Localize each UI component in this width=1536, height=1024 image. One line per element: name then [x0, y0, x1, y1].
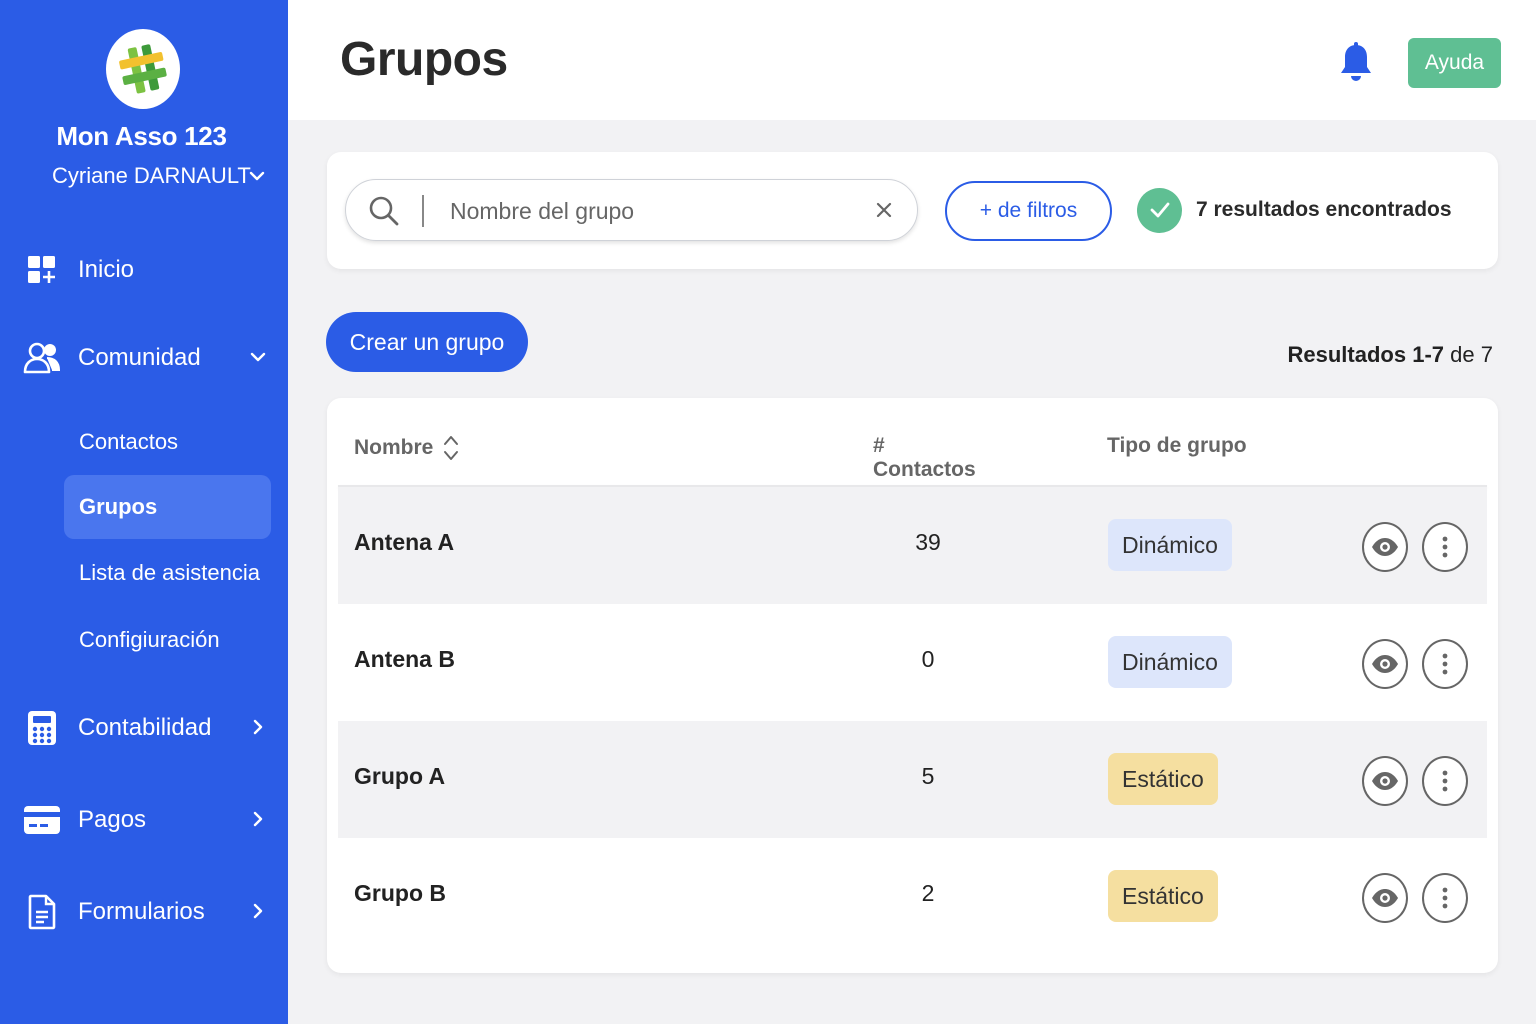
- eye-icon: [1372, 889, 1398, 907]
- more-options-button[interactable]: [1422, 756, 1468, 806]
- sidebar-item-label: Comunidad: [78, 344, 201, 371]
- pagination-summary: Resultados 1-7 de 7: [1200, 342, 1494, 368]
- view-button[interactable]: [1362, 522, 1408, 572]
- sidebar-item-label: Formularios: [78, 898, 205, 925]
- page-header: Grupos Ayuda: [288, 0, 1536, 120]
- more-vertical-icon: [1442, 887, 1448, 909]
- bell-icon[interactable]: [1338, 42, 1374, 84]
- column-header-name[interactable]: Nombre: [354, 434, 459, 462]
- help-button[interactable]: Ayuda: [1408, 38, 1501, 88]
- sidebar-item-contabilidad[interactable]: Contabilidad: [22, 708, 268, 748]
- more-filters-button[interactable]: + de filtros: [945, 181, 1112, 241]
- more-vertical-icon: [1442, 536, 1448, 558]
- chevron-right-icon: [253, 811, 263, 827]
- chevron-down-icon: [250, 352, 266, 362]
- sidebar-item-formularios[interactable]: Formularios: [22, 892, 268, 932]
- sidebar-item-comunidad[interactable]: Comunidad: [22, 338, 268, 378]
- group-name[interactable]: Grupo A: [354, 763, 445, 790]
- org-logo[interactable]: [106, 29, 180, 109]
- table-row[interactable]: Grupo A 5 Estático: [338, 721, 1487, 838]
- group-type-badge: Dinámico: [1108, 636, 1232, 688]
- sidebar-subitem-lista-asistencia[interactable]: Lista de asistencia: [64, 541, 271, 605]
- results-status: 7 resultados encontrados: [1137, 186, 1452, 234]
- column-header-label: Nombre: [354, 436, 434, 459]
- search-icon: [369, 196, 399, 226]
- users-icon: [22, 338, 62, 378]
- search-input[interactable]: [450, 192, 850, 230]
- sidebar-item-label: Contabilidad: [78, 714, 212, 741]
- user-switcher[interactable]: Cyriane DARNAULT: [52, 161, 265, 191]
- eye-icon: [1372, 538, 1398, 556]
- view-button[interactable]: [1362, 639, 1408, 689]
- document-icon: [22, 892, 62, 932]
- hash-logo-icon: [119, 44, 167, 94]
- eye-icon: [1372, 772, 1398, 790]
- table-row[interactable]: Antena B 0 Dinámico: [338, 604, 1487, 721]
- sidebar-item-inicio[interactable]: Inicio: [22, 250, 268, 290]
- group-type-badge: Dinámico: [1108, 519, 1232, 571]
- contacts-count: 2: [921, 880, 935, 906]
- more-options-button[interactable]: [1422, 522, 1468, 572]
- view-button[interactable]: [1362, 756, 1408, 806]
- groups-table: Nombre # Contactos Tipo de grupo Antena …: [327, 398, 1498, 973]
- create-group-button[interactable]: Crear un grupo: [326, 312, 528, 372]
- sidebar-subitem-grupos[interactable]: Grupos: [64, 475, 271, 539]
- user-name: Cyriane DARNAULT: [52, 163, 251, 188]
- group-name[interactable]: Grupo B: [354, 880, 446, 907]
- table-row[interactable]: Antena A 39 Dinámico: [338, 487, 1487, 604]
- pagination-range: 1-7: [1412, 342, 1445, 367]
- sidebar: Mon Asso 123 Cyriane DARNAULT Inicio Com…: [0, 0, 288, 1024]
- sidebar-item-label: Pagos: [78, 806, 147, 833]
- column-header-contacts: # Contactos: [873, 434, 976, 481]
- group-type-badge: Estático: [1108, 870, 1218, 922]
- results-count: 7 resultados encontrados: [1196, 198, 1452, 221]
- chevron-down-icon: [249, 171, 265, 181]
- search-panel: + de filtros 7 resultados encontrados: [327, 152, 1498, 269]
- group-name[interactable]: Antena B: [354, 646, 455, 673]
- column-header-type: Tipo de grupo: [1107, 434, 1247, 457]
- sidebar-subitem-configuracion[interactable]: Configiuración: [64, 608, 271, 672]
- chevron-right-icon: [253, 719, 263, 735]
- table-row[interactable]: Grupo B 2 Estático: [338, 838, 1487, 955]
- search-box[interactable]: [345, 179, 918, 241]
- group-name[interactable]: Antena A: [354, 529, 454, 556]
- sidebar-item-label: Inicio: [78, 256, 135, 283]
- contacts-count: 0: [921, 646, 935, 672]
- check-icon: [1137, 187, 1182, 233]
- more-options-button[interactable]: [1422, 639, 1468, 689]
- pagination-total: 7: [1480, 342, 1493, 367]
- contacts-count: 39: [915, 529, 941, 555]
- org-name: Mon Asso 123: [56, 121, 227, 151]
- close-icon[interactable]: [874, 200, 894, 220]
- credit-card-icon: [22, 800, 62, 840]
- more-vertical-icon: [1442, 770, 1448, 792]
- eye-icon: [1372, 655, 1398, 673]
- group-type-badge: Estático: [1108, 753, 1218, 805]
- calculator-icon: [22, 708, 62, 748]
- dashboard-icon: [22, 250, 62, 290]
- chevron-right-icon: [253, 903, 263, 919]
- pagination-prefix: Resultados: [1287, 342, 1407, 367]
- view-button[interactable]: [1362, 873, 1408, 923]
- sort-icon: [444, 436, 459, 460]
- more-options-button[interactable]: [1422, 873, 1468, 923]
- more-vertical-icon: [1442, 653, 1448, 675]
- page-title: Grupos: [340, 33, 508, 86]
- search-divider: [422, 195, 424, 227]
- sidebar-subitem-contactos[interactable]: Contactos: [64, 410, 271, 474]
- pagination-of: de: [1450, 342, 1475, 367]
- contacts-count: 5: [921, 763, 935, 789]
- sidebar-item-pagos[interactable]: Pagos: [22, 800, 268, 840]
